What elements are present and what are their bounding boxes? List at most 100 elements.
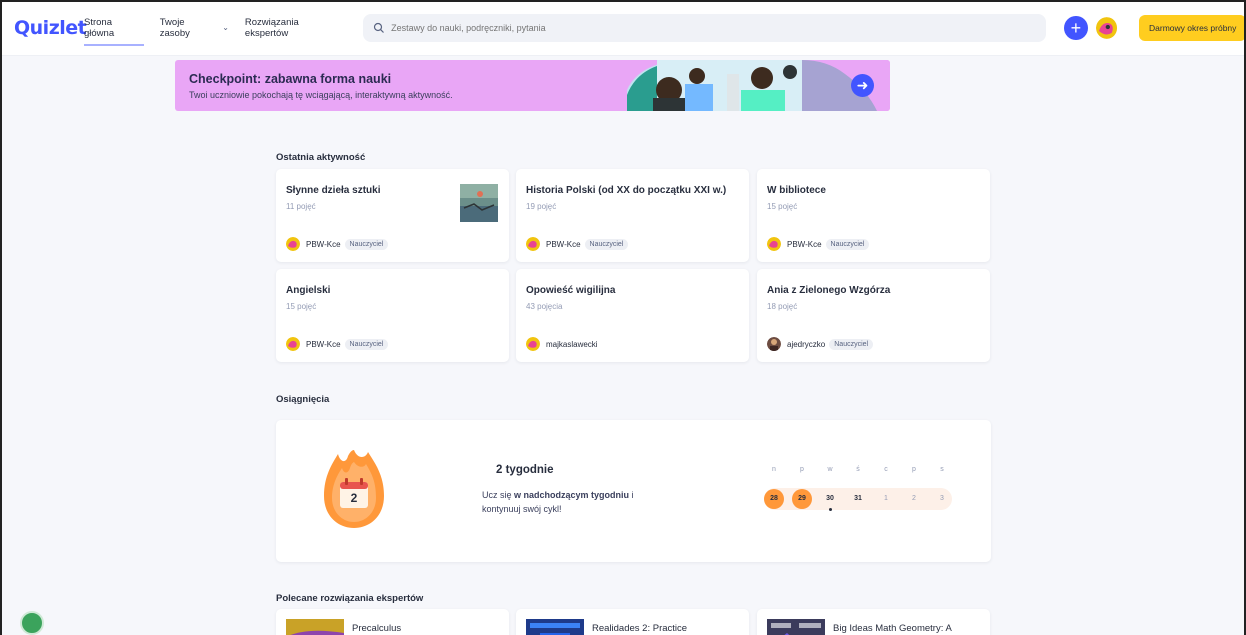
author-avatar	[286, 337, 300, 351]
week-date: 2	[912, 495, 916, 502]
teacher-badge: Nauczyciel	[584, 238, 629, 250]
weekday-label: n	[772, 466, 776, 473]
nav-expert-solutions[interactable]: Rozwiązania ekspertów	[245, 0, 343, 56]
study-set-terms: 43 pojęcia	[526, 302, 563, 311]
teacher-badge: Nauczyciel	[825, 238, 870, 250]
textbook-cover	[767, 619, 825, 635]
author-avatar	[526, 337, 540, 351]
textbook-title: Realidades 2: Practice	[592, 623, 688, 634]
search-input[interactable]	[391, 22, 992, 33]
study-set-card[interactable]: Historia Polski (od XX do początku XXI w…	[516, 169, 749, 262]
study-set-terms: 18 pojęć	[767, 302, 798, 311]
card-author: majkaslawecki	[526, 337, 602, 351]
user-avatar[interactable]	[1095, 16, 1118, 39]
card-author: PBW-Kce Nauczyciel	[526, 237, 629, 251]
study-set-title: Angielski	[286, 285, 331, 296]
week-date-today: 30	[826, 495, 834, 502]
study-set-terms: 15 pojęć	[286, 302, 317, 311]
study-set-card[interactable]: Opowieść wigilijna 43 pojęcia majkaslawe…	[516, 269, 749, 362]
nav-your-resources-label: Twoje zasoby	[159, 16, 190, 39]
streak-title: 2 tygodnie	[496, 464, 554, 476]
achievements-card: 2 2 tygodnie Ucz się w nadchodzącym tygo…	[276, 420, 991, 562]
study-set-card[interactable]: Ania z Zielonego Wzgórza 18 pojęć ajedry…	[757, 269, 990, 362]
create-plus-button[interactable]: +	[1064, 15, 1088, 40]
author-avatar	[286, 237, 300, 251]
nav-expert-solutions-label: Rozwiązania ekspertów	[244, 16, 299, 39]
week-date-completed: 28	[764, 489, 784, 509]
streak-message-line2: kontynuuj swój cykl!	[482, 504, 562, 514]
week-date: 3	[940, 495, 944, 502]
streak-message-bold: w nadchodzącym tygodniu	[514, 490, 630, 500]
textbook-cover	[286, 619, 344, 635]
today-indicator-dot	[828, 508, 832, 511]
chevron-down-icon: ⌄	[222, 23, 229, 32]
search-bar[interactable]	[363, 13, 1047, 42]
week-date: 31	[854, 495, 862, 502]
teacher-badge: Nauczyciel	[829, 338, 874, 350]
streak-flame-icon	[324, 450, 384, 528]
study-set-terms: 11 pojęć	[286, 202, 316, 211]
week-date: 1	[884, 495, 888, 502]
study-set-title: Historia Polski (od XX do początku XXI w…	[526, 185, 727, 196]
cookie-settings-button[interactable]	[20, 611, 44, 635]
textbook-title: Precalculus	[352, 623, 402, 634]
banner-arrow-button[interactable]: ➜	[851, 74, 874, 97]
weekday-label: w	[827, 466, 833, 473]
author-avatar	[526, 237, 540, 251]
plus-icon: +	[1070, 17, 1082, 38]
banner-title: Checkpoint: zabawna forma nauki	[189, 72, 392, 86]
main-nav: Strona główna Twoje zasoby ⌄ Rozwiązania …	[84, 0, 359, 56]
study-set-title: Opowieść wigilijna	[526, 285, 616, 296]
study-set-card[interactable]: Słynne dzieła sztuki 11 pojęć PBW-Kce Na…	[276, 169, 509, 262]
weekday-label: p	[912, 466, 916, 473]
top-navigation-bar: Quizlet Strona główna Twoje zasoby ⌄ Rozw…	[0, 0, 1246, 56]
painting-thumbnail	[460, 184, 498, 222]
weekday-label: c	[884, 466, 888, 473]
study-set-terms: 19 pojęć	[526, 202, 557, 211]
search-icon	[373, 22, 385, 33]
achievements-heading: Osiągnięcia	[276, 394, 330, 405]
week-date-completed: 29	[792, 489, 812, 509]
study-set-terms: 15 pojęć	[767, 202, 798, 211]
study-set-title: W bibliotece	[767, 185, 826, 196]
author-avatar	[767, 237, 781, 251]
textbook-cover	[526, 619, 584, 635]
recent-activity-heading: Ostatnia aktywność	[276, 152, 366, 163]
nav-home[interactable]: Strona główna	[84, 0, 144, 56]
teacher-badge: Nauczyciel	[344, 238, 389, 250]
author-name: PBW-Kce	[787, 239, 822, 249]
author-name: PBW-Kce	[546, 239, 581, 249]
weekday-label: ś	[856, 466, 860, 473]
streak-message-post: i	[629, 490, 634, 500]
author-name: ajedryczko	[787, 339, 826, 349]
card-author: ajedryczko Nauczyciel	[767, 337, 874, 351]
nav-your-resources[interactable]: Twoje zasoby ⌄	[160, 0, 229, 56]
study-set-title: Ania z Zielonego Wzgórza	[767, 285, 891, 296]
study-set-card[interactable]: Angielski 15 pojęć PBW-Kce Nauczyciel	[276, 269, 509, 362]
textbook-title: Big Ideas Math Geometry: A	[833, 623, 952, 634]
expert-solutions-heading: Polecane rozwiązania ekspertów	[276, 593, 424, 604]
study-set-card[interactable]: W bibliotece 15 pojęć PBW-Kce Nauczyciel	[757, 169, 990, 262]
weekday-label: p	[800, 466, 804, 473]
banner-subtitle: Twoi uczniowie pokochają tę wciągającą, …	[189, 90, 453, 100]
study-set-title: Słynne dzieła sztuki	[286, 185, 381, 196]
author-name: PBW-Kce	[306, 239, 341, 249]
card-author: PBW-Kce Nauczyciel	[767, 237, 870, 251]
teacher-badge: Nauczyciel	[344, 338, 389, 350]
streak-message-pre: Ucz się	[482, 490, 515, 500]
textbook-card[interactable]: Realidades 2: Practice	[516, 609, 749, 635]
textbook-card[interactable]: Precalculus	[276, 609, 509, 635]
streak-message-line1: Ucz się w nadchodzącym tygodniu i	[482, 490, 634, 500]
nav-home-label: Strona główna	[84, 16, 115, 39]
author-name: PBW-Kce	[306, 339, 341, 349]
card-author: PBW-Kce Nauczyciel	[286, 237, 389, 251]
quizlet-logo[interactable]: Quizlet	[14, 17, 87, 39]
textbook-card[interactable]: Big Ideas Math Geometry: A	[757, 609, 990, 635]
streak-calendar-number: 2	[350, 491, 358, 505]
checkpoint-banner[interactable]: Checkpoint: zabawna forma nauki Twoi ucz…	[175, 60, 890, 111]
author-avatar	[767, 337, 781, 351]
free-trial-button[interactable]: Darmowy okres próbny	[1139, 14, 1246, 41]
arrow-right-icon: ➜	[856, 77, 869, 93]
weekday-label: s	[940, 466, 944, 473]
card-author: PBW-Kce Nauczyciel	[286, 337, 389, 351]
